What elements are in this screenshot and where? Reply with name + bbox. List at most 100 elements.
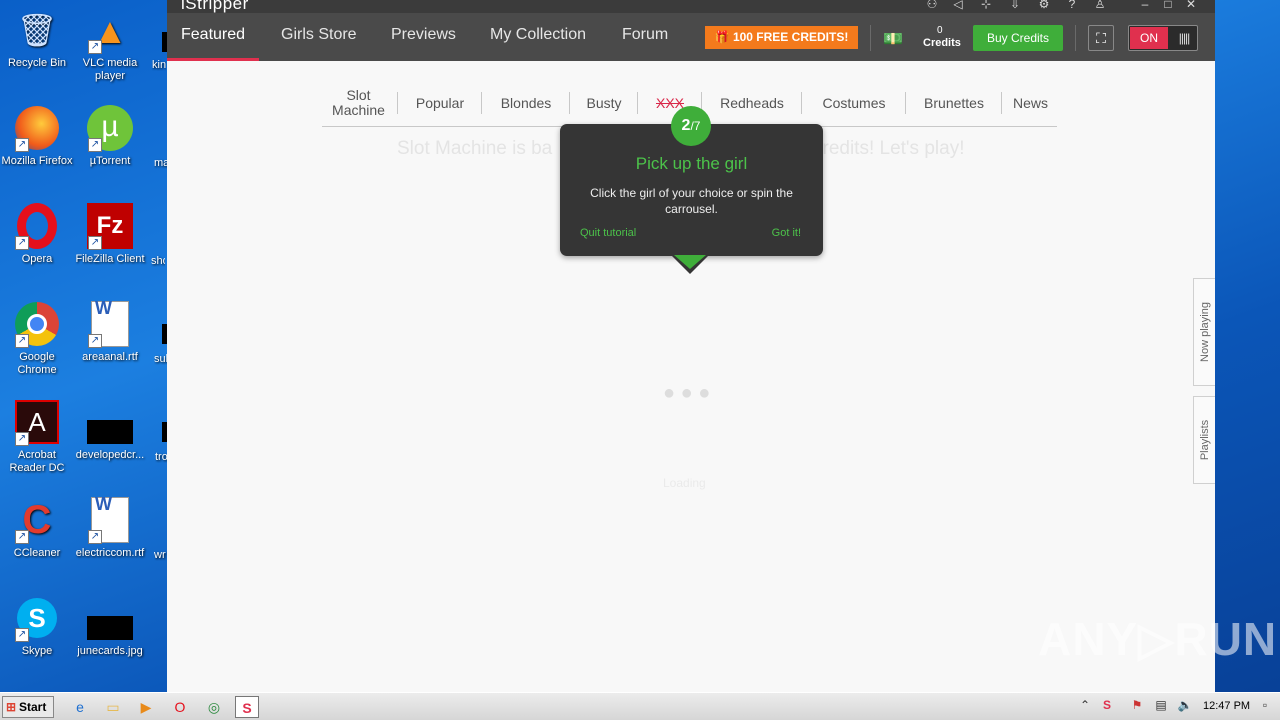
buy-credits-button[interactable]: Buy Credits [973,25,1063,51]
desktop-icon-firefox[interactable]: ↗ Mozilla Firefox [0,104,74,168]
start-button[interactable]: ⊞ Start [2,696,54,718]
desktop-icon-label: FileZilla Client [75,253,145,265]
desktop-icon-label: junecards.jpg [77,645,143,657]
nav-featured[interactable]: Featured [167,13,260,61]
show-hidden-icons-icon[interactable]: ⌃ [1076,698,1094,712]
desktop-icon-ccleaner[interactable]: C ↗ CCleaner [0,496,74,560]
tab-costumes[interactable]: Costumes [804,80,904,126]
user-icon[interactable]: ⚇ [924,0,940,11]
download-icon[interactable]: ⇩ [1007,0,1023,11]
desktop-icon-skype[interactable]: S ↗ Skype [0,594,74,658]
account-icon[interactable]: ♙ [1092,0,1108,11]
tab-divider [1001,92,1002,114]
cut-desktop-label: kin [152,59,166,71]
tutorial-description: Click the girl of your choice or spin th… [590,186,793,216]
istripper-window: iStripper ⚇ ◁ ⊹ ⇩ ⚙ ? ♙ – □ ✕ Featured G… [167,0,1215,692]
desktop-icon-developedcr[interactable]: developedcr... [73,398,147,462]
desktop-icon-label: Acrobat Reader DC [9,449,65,474]
nav-previews[interactable]: Previews [377,13,470,61]
close-icon[interactable]: ✕ [1183,0,1199,11]
nav-forum[interactable]: Forum [608,13,682,61]
tab-blondes[interactable]: Blondes [484,80,568,126]
network-tray-icon[interactable]: ▤ [1152,698,1170,712]
desktop-icon-filezilla[interactable]: Fz ↗ FileZilla Client [73,202,147,266]
action-center-icon[interactable]: ⚑ [1128,698,1146,712]
tutorial-popup: 2/7 Pick up the girl Click the girl of y… [560,106,823,256]
tab-busty[interactable]: Busty [572,80,636,126]
toggle-on-label: ON [1130,27,1168,49]
desktop-icon-label: Recycle Bin [7,57,67,69]
image-thumbnail-icon [86,594,134,642]
tab-slot-machine[interactable]: Slot Machine [322,80,395,126]
help-icon[interactable]: ? [1064,0,1080,11]
notification-icon[interactable]: ◁ [950,0,966,11]
file-explorer-icon[interactable]: ▭ [101,696,125,718]
barcode-icon: ||||| [1178,31,1191,45]
got-it-link[interactable]: Got it! [772,227,801,239]
now-playing-tab[interactable]: Now playing [1193,278,1215,386]
tutorial-title: Pick up the girl [635,154,748,173]
minimize-icon[interactable]: – [1137,0,1153,11]
filezilla-icon: Fz ↗ [86,202,134,250]
tab-divider [397,92,398,114]
media-player-icon[interactable]: ▶ [134,696,158,718]
word-document-icon: W ↗ [86,299,134,348]
tab-news[interactable]: News [1004,80,1057,126]
quit-tutorial-link[interactable]: Quit tutorial [580,227,636,239]
taskbar-clock[interactable]: 12:47 PM [1203,700,1250,712]
istripper-tray-icon[interactable]: S [1098,698,1116,712]
internet-explorer-icon[interactable]: e [68,696,92,718]
free-credits-label: 100 FREE CREDITS! [732,30,849,44]
desktop-icon-utorrent[interactable]: µ ↗ µTorrent [73,104,147,168]
slot-machine-intro-text: Slot Machine is ba [397,138,553,159]
desktop-icon-vlc[interactable]: ▲ ↗ VLC media player [73,6,147,83]
title-bar: iStripper ⚇ ◁ ⊹ ⇩ ⚙ ? ♙ – □ ✕ [167,0,1215,13]
desktop-icon-label: areaanal.rtf [82,351,138,363]
desktop-icon-label: electriccom.rtf [75,547,145,559]
tab-popular[interactable]: Popular [400,80,480,126]
free-credits-button[interactable]: 🎁 100 FREE CREDITS! [705,26,858,49]
tab-divider [905,92,906,114]
desktop-icon-recycle-bin[interactable]: 🗑 Recycle Bin [0,6,74,70]
desktop-icon-label: VLC media player [82,57,138,82]
tab-divider [801,92,802,114]
loading-text: Loading [663,476,706,490]
istripper-taskbar-icon[interactable]: S [235,696,259,718]
desktop-icon-areaanal[interactable]: W ↗ areaanal.rtf [73,299,147,364]
file-thumbnail-icon [86,398,134,446]
show-desktop-icon[interactable]: ▫ [1256,698,1274,712]
volume-icon[interactable]: 🔈 [1176,698,1194,712]
chrome-icon: ↗ [13,300,61,348]
acrobat-icon: A ↗ [13,398,61,446]
tutorial-step-total: /7 [690,119,701,133]
ccleaner-icon: C ↗ [13,496,61,544]
start-label: Start [19,700,47,714]
desktop-icon-electriccom[interactable]: W ↗ electriccom.rtf [73,495,147,560]
desktop-icon-junecards[interactable]: junecards.jpg [73,594,147,658]
maximize-icon[interactable]: □ [1160,0,1176,11]
credits-display: 💵 0 Credits [883,23,967,53]
desktop-icon-opera[interactable]: ↗ Opera [0,202,74,266]
utorrent-icon: µ ↗ [86,104,134,152]
desktop-icon-chrome[interactable]: ↗ Google Chrome [0,300,74,377]
tab-divider [637,92,638,114]
opera-taskbar-icon[interactable]: O [168,696,192,718]
cut-desktop-label: sub [154,353,168,365]
settings-icon[interactable]: ⚙ [1036,0,1052,11]
nav-my-collection[interactable]: My Collection [476,13,600,61]
now-playing-label: Now playing [1198,302,1211,362]
desktop-icon-acrobat[interactable]: A ↗ Acrobat Reader DC [0,398,74,475]
tab-brunettes[interactable]: Brunettes [908,80,1000,126]
tab-redheads[interactable]: Redheads [704,80,800,126]
taskbar: ⊞ Start e ▭ ▶ O ◎ S ⌃ S ⚑ ▤ 🔈 ▫ 12:47 PM [0,692,1280,720]
playlists-tab[interactable]: Playlists [1193,396,1215,484]
recycle-bin-icon: 🗑 [16,11,58,48]
fullscreen-icon: ⛶ [1096,30,1106,46]
network-icon[interactable]: ⊹ [978,0,994,11]
credits-count: 0 [937,25,943,36]
nav-girls-store[interactable]: Girls Store [267,13,371,61]
fullscreen-button[interactable]: ⛶ [1088,25,1114,51]
firefox-icon: ↗ [13,104,61,152]
on-off-toggle[interactable]: ON ||||| [1128,25,1198,51]
chrome-taskbar-icon[interactable]: ◎ [202,696,226,718]
